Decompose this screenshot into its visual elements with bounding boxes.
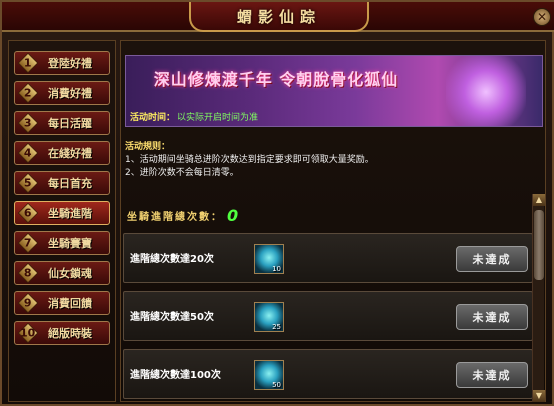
sidebar-number-badge: 5 xyxy=(17,172,39,194)
event-rules: 活动規则： 1、活动期间坐骑总进阶次数达到指定要求即可领取大量奖励。 2、进阶次… xyxy=(125,141,543,189)
rules-heading: 活动規则： xyxy=(125,142,171,152)
activity-window: 蝟影仙踪 ✕ 1 登陸好禮 2 消費好禮 3 每日活躍 4 在綫好禮 5 每日首… xyxy=(0,0,554,406)
reward-row: 進階總次數達50次 25 未達成 xyxy=(123,291,533,341)
reward-list: 進階總次數達20次 10 未達成 進階總次數達50次 25 未達成 進階總次數達… xyxy=(123,233,533,403)
rules-line: 2、进阶次数不会每日清零。 xyxy=(125,168,239,178)
claim-button[interactable]: 未達成 xyxy=(456,362,528,388)
sidebar-item-label: 消費好禮 xyxy=(48,87,92,100)
sidebar-item-label: 登陸好禮 xyxy=(48,57,92,70)
sidebar-item-label: 在綫好禮 xyxy=(48,147,92,160)
sidebar-item-label: 消費回饋 xyxy=(48,297,92,310)
window-title: 蝟影仙踪 xyxy=(236,7,321,26)
scroll-up-icon[interactable]: ▲ xyxy=(533,194,545,206)
event-time-label: 活动时间： xyxy=(130,112,176,123)
close-button[interactable]: ✕ xyxy=(533,8,551,26)
sidebar-number-badge: 2 xyxy=(17,82,39,104)
sidebar-item-spend-gift[interactable]: 2 消費好禮 xyxy=(14,81,110,105)
event-time-value: 以实际开启时间为准 xyxy=(177,112,259,123)
reward-condition: 進階總次數達100次 xyxy=(130,370,221,381)
event-banner: 深山修煉渡千年 令朝脫骨化狐仙 活动时间： 以实际开启时间为准 xyxy=(125,55,543,127)
sidebar-item-label: 仙女鎖魂 xyxy=(48,267,92,280)
reward-condition: 進階總次數達20次 xyxy=(130,254,214,265)
reward-scrollbar[interactable]: ▲ ▼ xyxy=(532,194,545,402)
reward-item-icon[interactable]: 50 xyxy=(254,360,284,390)
sidebar-number-badge: 3 xyxy=(17,112,39,134)
event-time: 活动时间： 以实际开启时间为准 xyxy=(130,108,430,124)
claim-button[interactable]: 未達成 xyxy=(456,246,528,272)
sidebar-item-fairy-soul[interactable]: 8 仙女鎖魂 xyxy=(14,261,110,285)
scroll-thumb[interactable] xyxy=(534,210,544,280)
reward-item-icon[interactable]: 10 xyxy=(254,244,284,274)
reward-condition: 進階總次數達50次 xyxy=(130,312,214,323)
reward-row: 進階總次數達20次 10 未達成 xyxy=(123,233,533,283)
sidebar-number-badge: 6 xyxy=(17,202,39,224)
title-plate: 蝟影仙踪 xyxy=(189,2,369,32)
sidebar-number-badge: 7 xyxy=(17,232,39,254)
sidebar-item-online-gift[interactable]: 4 在綫好禮 xyxy=(14,141,110,165)
sidebar-item-mount-treasure[interactable]: 7 坐騎賽寶 xyxy=(14,231,110,255)
sidebar-item-label: 坐騎賽寶 xyxy=(48,237,92,250)
banner-title: 深山修煉渡千年 令朝脫骨化狐仙 xyxy=(153,70,399,89)
sidebar-number-badge: 9 xyxy=(17,292,39,314)
reward-item-count: 25 xyxy=(272,323,281,331)
sidebar-number-badge: 1 xyxy=(17,52,39,74)
sidebar-item-limited-fashion[interactable]: 10 絕版時裝 xyxy=(14,321,110,345)
sidebar-item-daily-first-charge[interactable]: 5 每日首充 xyxy=(14,171,110,195)
total-advance-value: 0 xyxy=(227,205,239,225)
close-icon: ✕ xyxy=(536,10,548,24)
sidebar-item-login-gift[interactable]: 1 登陸好禮 xyxy=(14,51,110,75)
sidebar-item-label: 坐騎進階 xyxy=(48,207,92,220)
reward-item-icon[interactable]: 25 xyxy=(254,302,284,332)
claim-button[interactable]: 未達成 xyxy=(456,304,528,330)
sidebar-item-label: 每日活躍 xyxy=(48,117,92,130)
total-advance-count: 坐騎進階總次數： 0 xyxy=(127,205,427,225)
fox-fairy-art xyxy=(446,56,526,126)
sidebar-item-daily-active[interactable]: 3 每日活躍 xyxy=(14,111,110,135)
sidebar-item-spend-rebate[interactable]: 9 消費回饋 xyxy=(14,291,110,315)
main-panel: 深山修煉渡千年 令朝脫骨化狐仙 活动时间： 以实际开启时间为准 活动規则： 1、… xyxy=(120,40,546,402)
sidebar-number-badge: 10 xyxy=(17,322,39,344)
scroll-down-icon[interactable]: ▼ xyxy=(533,390,545,402)
total-advance-label: 坐騎進階總次數： xyxy=(127,211,223,223)
reward-row: 進階總次數達100次 50 未達成 xyxy=(123,349,533,399)
reward-item-count: 50 xyxy=(272,381,281,389)
sidebar-item-label: 絕版時裝 xyxy=(48,327,92,340)
sidebar-number-badge: 4 xyxy=(17,142,39,164)
sidebar-item-mount-advance[interactable]: 6 坐騎進階 xyxy=(14,201,110,225)
sidebar-number-badge: 8 xyxy=(17,262,39,284)
sidebar: 1 登陸好禮 2 消費好禮 3 每日活躍 4 在綫好禮 5 每日首充 6 坐騎進… xyxy=(8,40,116,402)
sidebar-item-label: 每日首充 xyxy=(48,177,92,190)
rules-line: 1、活动期间坐骑总进阶次数达到指定要求即可领取大量奖励。 xyxy=(125,155,374,165)
reward-item-count: 10 xyxy=(272,265,281,273)
